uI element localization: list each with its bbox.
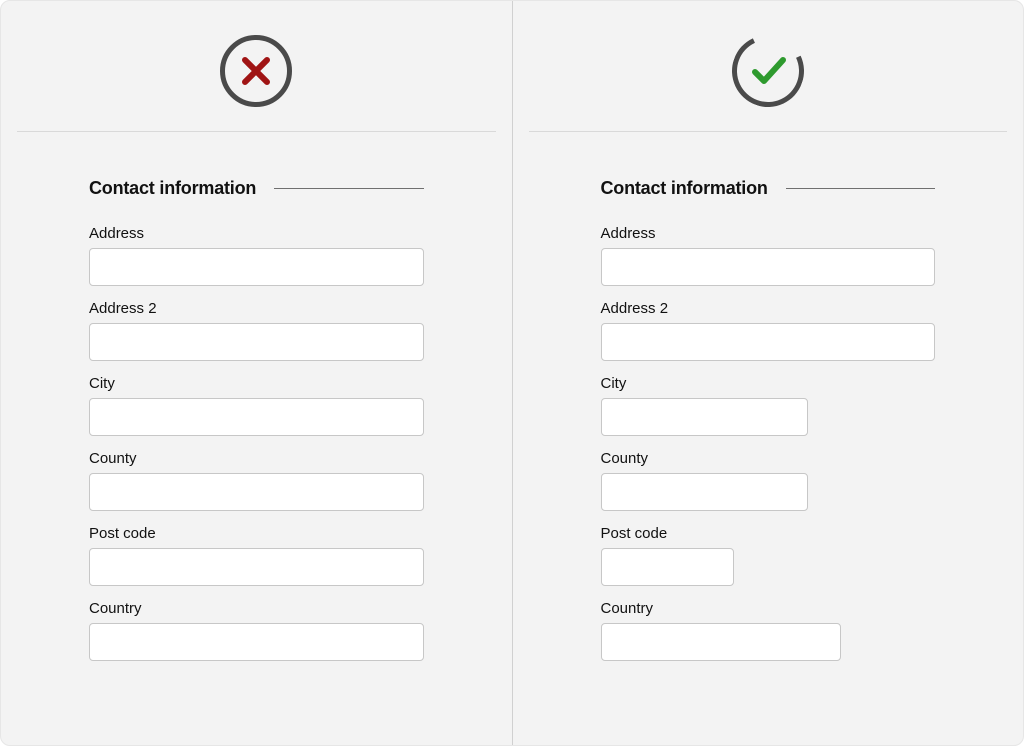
field-postcode: Post code [89, 525, 424, 586]
check-icon [722, 25, 814, 117]
label-city: City [89, 375, 424, 392]
input-address2[interactable] [601, 323, 936, 361]
label-county: County [89, 450, 424, 467]
input-city[interactable] [89, 398, 424, 436]
comparison-frame: Contact information Address Address 2 Ci… [0, 0, 1024, 746]
section-title: Contact information [89, 178, 256, 199]
label-country: Country [89, 600, 424, 617]
field-county: County [89, 450, 424, 511]
label-address2: Address 2 [601, 300, 936, 317]
field-country: Country [89, 600, 424, 661]
label-country: Country [601, 600, 936, 617]
field-country: Country [601, 600, 936, 661]
section-heading-row: Contact information [601, 178, 936, 199]
input-address2[interactable] [89, 323, 424, 361]
panel-incorrect: Contact information Address Address 2 Ci… [1, 1, 512, 745]
input-county[interactable] [89, 473, 424, 511]
panel-correct-header [513, 1, 1024, 131]
section-rule [786, 188, 935, 189]
cross-icon [220, 35, 292, 107]
check-mark-icon [745, 48, 791, 94]
label-city: City [601, 375, 936, 392]
field-address: Address [601, 225, 936, 286]
field-county: County [601, 450, 936, 511]
field-address2: Address 2 [89, 300, 424, 361]
form-incorrect: Contact information Address Address 2 Ci… [1, 132, 512, 705]
section-title: Contact information [601, 178, 768, 199]
input-postcode[interactable] [601, 548, 735, 586]
input-city[interactable] [601, 398, 808, 436]
label-postcode: Post code [89, 525, 424, 542]
label-address: Address [601, 225, 936, 242]
label-address: Address [89, 225, 424, 242]
input-country[interactable] [601, 623, 842, 661]
section-rule [274, 188, 423, 189]
field-city: City [601, 375, 936, 436]
input-country[interactable] [89, 623, 424, 661]
cross-mark-icon [238, 53, 274, 89]
panel-incorrect-header [1, 1, 512, 131]
label-postcode: Post code [601, 525, 936, 542]
input-county[interactable] [601, 473, 808, 511]
section-heading-row: Contact information [89, 178, 424, 199]
label-county: County [601, 450, 936, 467]
field-city: City [89, 375, 424, 436]
field-address: Address [89, 225, 424, 286]
field-address2: Address 2 [601, 300, 936, 361]
panel-correct: Contact information Address Address 2 Ci… [513, 1, 1024, 745]
label-address2: Address 2 [89, 300, 424, 317]
input-address[interactable] [601, 248, 936, 286]
input-postcode[interactable] [89, 548, 424, 586]
input-address[interactable] [89, 248, 424, 286]
form-correct: Contact information Address Address 2 Ci… [513, 132, 1024, 705]
field-postcode: Post code [601, 525, 936, 586]
